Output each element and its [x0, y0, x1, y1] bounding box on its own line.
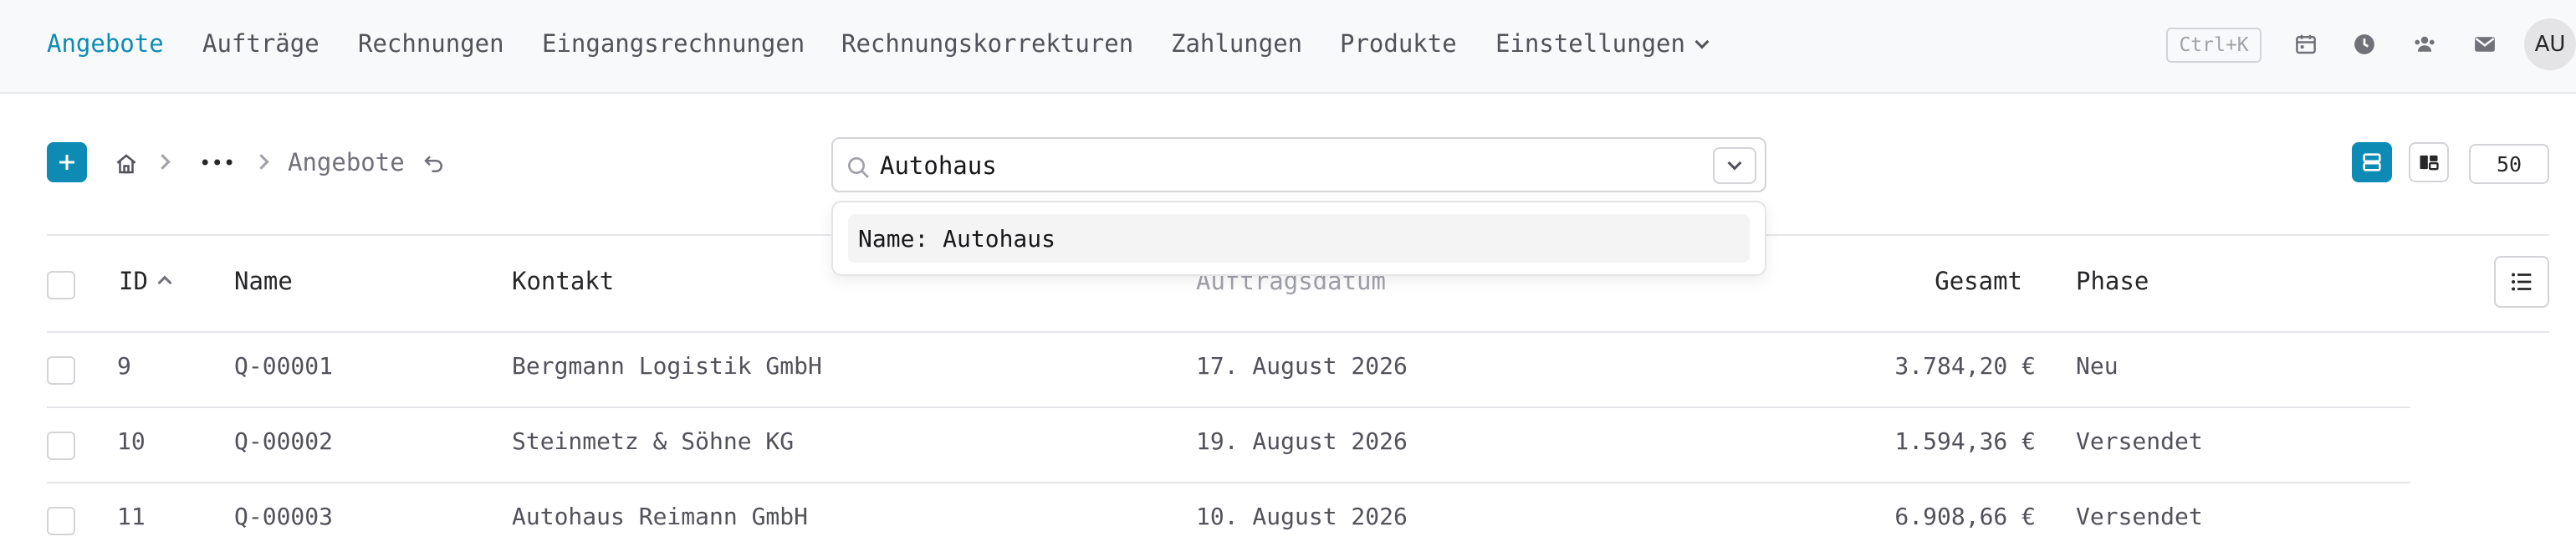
column-settings-button[interactable] [2494, 256, 2549, 308]
column-header-total[interactable]: Gesamt [1840, 266, 2022, 296]
select-all-checkbox[interactable] [47, 271, 75, 299]
column-header-contact[interactable]: Kontakt [512, 266, 614, 296]
row-total: 3.784,20 € [1894, 352, 2036, 380]
header-divider [47, 331, 2549, 333]
row-divider [47, 406, 2410, 408]
columns-icon [2512, 273, 2532, 291]
row-checkbox[interactable] [47, 507, 75, 535]
mail-icon[interactable] [2472, 32, 2497, 57]
row-contact: Autohaus Reimann GmbH [512, 503, 809, 530]
nav-auftraege[interactable]: Aufträge [202, 28, 319, 59]
nav-einstellungen-label: Einstellungen [1495, 29, 1685, 58]
row-order-date: 17. August 2026 [1196, 352, 1408, 380]
row-phase: Versendet [2076, 503, 2203, 530]
page-size-input[interactable]: 50 [2469, 144, 2549, 184]
nav-rechnungen[interactable]: Rechnungen [358, 28, 504, 59]
search-icon [848, 157, 869, 178]
row-total: 1.594,36 € [1894, 427, 2036, 455]
column-header-id[interactable]: ID [119, 266, 172, 296]
row-id: 10 [117, 427, 146, 455]
row-order-date: 10. August 2026 [1196, 503, 1408, 530]
row-name[interactable]: Q-00003 [234, 502, 333, 532]
users-icon[interactable] [2412, 32, 2437, 57]
nav-zahlungen[interactable]: Zahlungen [1171, 28, 1302, 59]
nav-eingangsrechnungen[interactable]: Eingangsrechnungen [542, 28, 805, 59]
nav-rechnungskorrekturen[interactable]: Rechnungskorrekturen [841, 28, 1133, 59]
column-header-name[interactable]: Name [234, 266, 293, 296]
suggestion-item[interactable]: Name: Autohaus [848, 214, 1750, 263]
search-box [831, 137, 1766, 192]
search-input[interactable] [880, 147, 1683, 184]
row-checkbox[interactable] [47, 432, 75, 460]
list-view-button[interactable] [2352, 142, 2392, 182]
row-checkbox[interactable] [47, 356, 75, 385]
row-contact: Bergmann Logistik GmbH [512, 352, 822, 380]
row-contact: Steinmetz & Söhne KG [512, 427, 795, 455]
search-suggestions: Name: Autohaus [831, 201, 1766, 276]
kanban-icon [2420, 155, 2439, 171]
chevron-down-icon [1727, 156, 1742, 171]
column-header-phase[interactable]: Phase [2076, 266, 2149, 296]
kanban-view-button[interactable] [2409, 142, 2449, 182]
nav-einstellungen[interactable]: Einstellungen [1495, 28, 1710, 59]
row-name[interactable]: Q-00001 [234, 351, 333, 381]
row-divider [47, 482, 2410, 483]
row-total: 6.908,66 € [1894, 503, 2036, 530]
search-options-button[interactable] [1713, 147, 1756, 184]
calendar-icon[interactable] [2293, 32, 2318, 57]
row-id: 9 [117, 352, 131, 380]
list-icon [2363, 153, 2381, 171]
row-phase: Versendet [2076, 427, 2203, 455]
home-icon[interactable] [114, 151, 139, 176]
command-shortcut[interactable]: Ctrl+K [2166, 28, 2262, 63]
clock-icon[interactable] [2352, 32, 2377, 57]
sort-ascending-icon [157, 275, 172, 290]
breadcrumb-current: Angebote [288, 148, 405, 176]
nav-angebote[interactable]: Angebote [47, 28, 164, 59]
row-phase: Neu [2076, 352, 2119, 380]
row-name[interactable]: Q-00002 [234, 427, 333, 457]
column-header-id-label: ID [119, 267, 148, 295]
undo-icon[interactable] [422, 151, 447, 176]
breadcrumb-ellipsis[interactable]: ••• [199, 147, 235, 179]
row-order-date: 19. August 2026 [1196, 427, 1408, 455]
nav-produkte[interactable]: Produkte [1340, 28, 1457, 59]
breadcrumb-separator [155, 154, 171, 170]
plus-icon [59, 155, 74, 170]
top-navigation: Angebote Aufträge Rechnungen Eingangsrec… [0, 0, 2576, 94]
breadcrumb-separator [253, 154, 269, 170]
row-id: 11 [117, 503, 146, 530]
avatar[interactable]: AU [2524, 18, 2576, 70]
chevron-down-icon [1694, 34, 1710, 49]
add-button[interactable] [47, 142, 87, 182]
